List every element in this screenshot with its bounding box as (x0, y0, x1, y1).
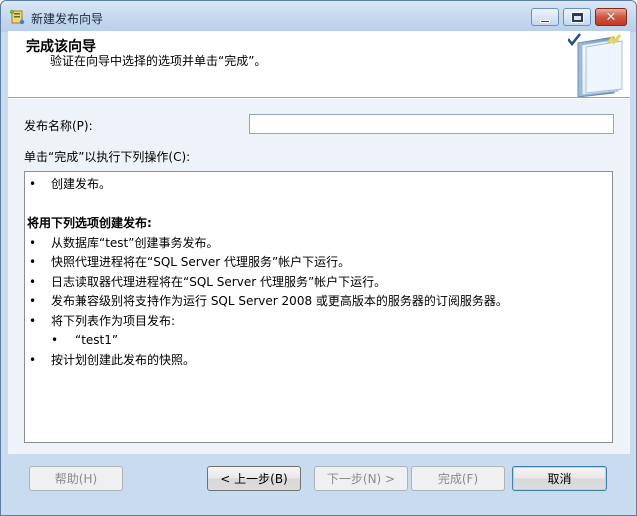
next-button[interactable]: 下一步(N) > (314, 466, 408, 491)
cancel-button[interactable]: 取消 (512, 466, 607, 491)
bullet: • (29, 352, 37, 367)
back-button[interactable]: < 上一步(B) (207, 466, 301, 491)
list-item: • 按计划创建此发布的快照。 (27, 351, 612, 371)
minimize-icon (540, 19, 550, 23)
close-button[interactable]: ✕ (595, 8, 627, 26)
actions-summary-box[interactable]: • 创建发布。 将用下列选项创建发布: • 从数据库“test”创建事务发布。 … (24, 171, 613, 443)
option-text: 日志读取器代理进程将在“SQL Server 代理服务”帐户下运行。 (51, 274, 387, 289)
option-text: 将下列表作为项目发布: (51, 313, 176, 328)
maximize-button[interactable] (563, 8, 591, 26)
option-text: 按计划创建此发布的快照。 (51, 352, 196, 367)
publication-name-input[interactable] (249, 114, 614, 134)
actions-label: 单击“完成”以执行下列操作(C): (24, 150, 191, 164)
option-text: 快照代理进程将在“SQL Server 代理服务”帐户下运行。 (51, 255, 351, 269)
list-item: • 日志读取器代理进程将在“SQL Server 代理服务”帐户下运行。 (27, 273, 612, 293)
list-item: • 从数据库“test”创建事务发布。 (27, 234, 612, 254)
article-name: “test1” (75, 333, 119, 347)
list-item: • 发布兼容级别将支持作为运行 SQL Server 2008 或更高版本的服务… (27, 292, 612, 312)
help-button[interactable]: 帮助(H) (29, 466, 123, 491)
minimize-button[interactable] (531, 8, 559, 26)
publication-name-label: 发布名称(P): (24, 119, 93, 133)
options-heading-row: 将用下列选项创建发布: (27, 214, 612, 234)
option-text: 从数据库“test”创建事务发布。 (51, 235, 219, 250)
finish-button[interactable]: 完成(F) (411, 466, 505, 491)
close-icon: ✕ (605, 9, 617, 25)
maximize-icon (571, 12, 583, 22)
title-bar[interactable]: 新建发布向导 ✕ (1, 1, 636, 32)
wizard-book-checkmark-icon (568, 33, 623, 97)
bullet: • (29, 177, 37, 191)
list-item: • 快照代理进程将在“SQL Server 代理服务”帐户下运行。 (27, 253, 612, 273)
page-subtitle: 验证在向导中选择的选项并单击“完成”。 (50, 54, 267, 68)
options-heading: 将用下列选项创建发布: (27, 216, 152, 230)
wizard-footer: 帮助(H) < 上一步(B) 下一步(N) > 完成(F) 取消 (8, 454, 630, 510)
bullet: • (29, 274, 37, 289)
bullet: • (29, 255, 37, 269)
wizard-app-icon (9, 9, 25, 25)
wizard-client-area: 完成该向导 验证在向导中选择的选项并单击“完成”。 发布名称(P): 单击“完成… (8, 31, 630, 510)
bullet: • (29, 294, 37, 308)
wizard-header: 完成该向导 验证在向导中选择的选项并单击“完成”。 (8, 31, 630, 98)
wizard-body: 发布名称(P): 单击“完成”以执行下列操作(C): • 创建发布。 将用下列选… (8, 99, 630, 454)
option-text: 发布兼容级别将支持作为运行 SQL Server 2008 或更高版本的服务器的… (51, 294, 508, 308)
bullet: • (29, 313, 37, 328)
wizard-window: 新建发布向导 ✕ 完成该向导 验证在向导中选择的选项并单击“完成”。 发布名称(… (0, 0, 637, 516)
window-title: 新建发布向导 (31, 12, 104, 26)
bullet: • (51, 333, 59, 347)
list-item: • 将下列表作为项目发布: (27, 312, 612, 332)
list-item: • 创建发布。 (27, 175, 612, 195)
action-text: 创建发布。 (51, 177, 112, 191)
bullet: • (29, 235, 37, 250)
sub-list-item: • “test1” (27, 331, 612, 351)
